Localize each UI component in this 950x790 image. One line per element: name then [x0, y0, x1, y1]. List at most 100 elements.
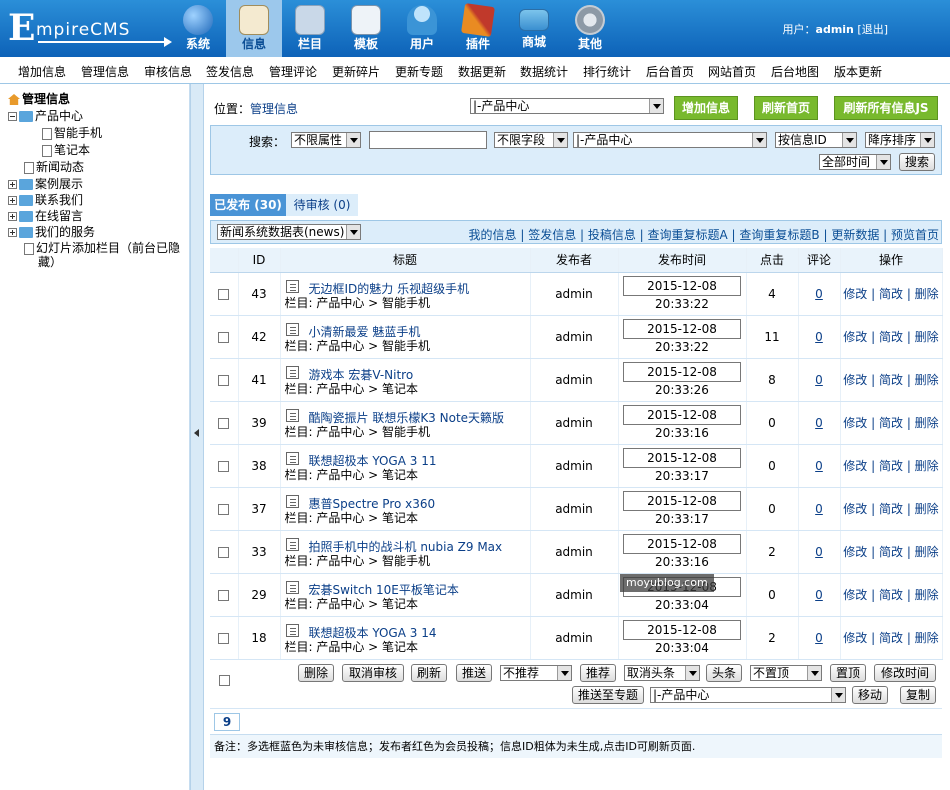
- topnav-template[interactable]: 模板: [338, 0, 394, 57]
- menu-site-home[interactable]: 网站首页: [708, 63, 756, 80]
- row-title[interactable]: 惠普Spectre Pro x360: [285, 497, 530, 511]
- delete-link[interactable]: 删除: [915, 588, 939, 602]
- refresh-all-js-button[interactable]: 刷新所有信息JS: [834, 96, 938, 120]
- topnav-system[interactable]: 系统: [170, 0, 226, 57]
- move-category-select[interactable]: |-产品中心: [650, 687, 846, 703]
- tree-item-cases[interactable]: 案例展示: [8, 177, 83, 192]
- list-links[interactable]: 我的信息 | 签发信息 | 投稿信息 | 查询重复标题A | 查询重复标题B |…: [469, 226, 939, 243]
- doc-edit-icon[interactable]: [285, 279, 299, 293]
- row-id[interactable]: 43: [238, 272, 281, 316]
- refresh-home-button[interactable]: 刷新首页: [754, 96, 818, 120]
- row-title[interactable]: 宏碁Switch 10E平板笔记本: [285, 583, 530, 597]
- row-comments-link[interactable]: 0: [815, 416, 823, 430]
- row-time-field[interactable]: 2015-12-08 20:33:22: [623, 319, 741, 354]
- simple-edit-link[interactable]: 简改: [879, 373, 903, 387]
- topnav-info[interactable]: 信息: [226, 0, 282, 57]
- recommend-select[interactable]: 不推荐: [500, 665, 572, 681]
- doc-edit-icon[interactable]: [285, 494, 299, 508]
- recommend-button[interactable]: 推荐: [580, 664, 616, 682]
- row-title[interactable]: 拍照手机中的战斗机 nubia Z9 Max: [285, 540, 530, 554]
- row-time-field[interactable]: 2015-12-08 20:33:16: [623, 405, 741, 440]
- order-by-select[interactable]: 按信息ID: [775, 132, 857, 148]
- row-title[interactable]: 无边框ID的魅力 乐视超级手机: [285, 282, 530, 296]
- order-select[interactable]: 降序排序: [865, 132, 935, 148]
- simple-edit-link[interactable]: 简改: [879, 631, 903, 645]
- menu-update-fragment[interactable]: 更新碎片: [332, 63, 380, 80]
- edit-link[interactable]: 修改: [843, 631, 867, 645]
- topnav-shop[interactable]: 商城: [506, 0, 562, 57]
- menu-version-update[interactable]: 版本更新: [834, 63, 882, 80]
- headline-button[interactable]: 头条: [706, 664, 742, 682]
- tree-item-message[interactable]: 在线留言: [8, 209, 83, 224]
- move-button[interactable]: 移动: [852, 686, 888, 704]
- page-number[interactable]: 9: [214, 713, 240, 731]
- row-checkbox[interactable]: [218, 417, 230, 429]
- row-checkbox[interactable]: [218, 503, 230, 515]
- tree-item-contact[interactable]: 联系我们: [8, 193, 83, 208]
- row-comments-link[interactable]: 0: [815, 502, 823, 516]
- row-title[interactable]: 游戏本 宏碁V-Nitro: [285, 368, 530, 382]
- collapse-icon[interactable]: [8, 112, 17, 121]
- row-title[interactable]: 联想超极本 YOGA 3 11: [285, 454, 530, 468]
- batch-push-button[interactable]: 推送: [456, 664, 492, 682]
- edit-link[interactable]: 修改: [843, 287, 867, 301]
- edit-link[interactable]: 修改: [843, 545, 867, 559]
- breadcrumb-link[interactable]: 管理信息: [250, 102, 298, 116]
- doc-edit-icon[interactable]: [285, 623, 299, 637]
- simple-edit-link[interactable]: 简改: [879, 459, 903, 473]
- topnav-plugin[interactable]: 插件: [450, 0, 506, 57]
- row-checkbox[interactable]: [218, 460, 230, 472]
- row-title[interactable]: 酷陶瓷振片 联想乐檬K3 Note天籁版: [285, 411, 530, 425]
- row-checkbox[interactable]: [218, 374, 230, 386]
- push-topic-button[interactable]: 推送至专题: [572, 686, 644, 704]
- doc-edit-icon[interactable]: [285, 322, 299, 336]
- search-button[interactable]: 搜索: [899, 153, 935, 171]
- tree-item-service[interactable]: 我们的服务: [8, 225, 95, 240]
- menu-manage-info[interactable]: 管理信息: [81, 63, 129, 80]
- tree-item-phone[interactable]: 智能手机: [42, 126, 102, 141]
- top-select[interactable]: 不置顶: [750, 665, 822, 681]
- category-select[interactable]: |-产品中心: [470, 98, 664, 114]
- expand-icon[interactable]: [8, 196, 17, 205]
- delete-link[interactable]: 删除: [915, 373, 939, 387]
- tab-pending[interactable]: 待审核 (0): [286, 194, 358, 216]
- table-select[interactable]: 新闻系统数据表(news): [217, 224, 361, 240]
- row-id[interactable]: 38: [238, 444, 281, 488]
- row-comments-link[interactable]: 0: [815, 588, 823, 602]
- expand-icon[interactable]: [8, 212, 17, 221]
- topnav-column[interactable]: 栏目: [282, 0, 338, 57]
- row-time-field[interactable]: 2015-12-08 20:33:26: [623, 362, 741, 397]
- simple-edit-link[interactable]: 简改: [879, 287, 903, 301]
- row-time-field[interactable]: 2015-12-08 20:33:22: [623, 276, 741, 311]
- select-all-checkbox[interactable]: [219, 675, 230, 686]
- headline-select[interactable]: 取消头条: [624, 665, 700, 681]
- expand-icon[interactable]: [8, 228, 17, 237]
- row-time-field[interactable]: 2015-12-08 20:33:17: [623, 491, 741, 526]
- row-checkbox[interactable]: [218, 288, 230, 300]
- row-time-field[interactable]: 2015-12-08 20:33:04: [623, 620, 741, 655]
- doc-edit-icon[interactable]: [285, 451, 299, 465]
- doc-edit-icon[interactable]: [285, 408, 299, 422]
- menu-audit-info[interactable]: 审核信息: [144, 63, 192, 80]
- tree-item-product[interactable]: 产品中心: [8, 109, 83, 124]
- edit-link[interactable]: 修改: [843, 588, 867, 602]
- time-select[interactable]: 全部时间: [819, 154, 891, 170]
- row-id[interactable]: 18: [238, 616, 281, 660]
- modify-time-button[interactable]: 修改时间: [874, 664, 936, 682]
- topnav-user[interactable]: 用户: [394, 0, 450, 57]
- simple-edit-link[interactable]: 简改: [879, 545, 903, 559]
- menu-rank-stats[interactable]: 排行统计: [583, 63, 631, 80]
- row-comments-link[interactable]: 0: [815, 459, 823, 473]
- simple-edit-link[interactable]: 简改: [879, 588, 903, 602]
- menu-update-topic[interactable]: 更新专题: [395, 63, 443, 80]
- simple-edit-link[interactable]: 简改: [879, 416, 903, 430]
- simple-edit-link[interactable]: 简改: [879, 502, 903, 516]
- delete-link[interactable]: 删除: [915, 631, 939, 645]
- row-comments-link[interactable]: 0: [815, 373, 823, 387]
- batch-delete-button[interactable]: 删除: [298, 664, 334, 682]
- menu-admin-home[interactable]: 后台首页: [646, 63, 694, 80]
- edit-link[interactable]: 修改: [843, 373, 867, 387]
- edit-link[interactable]: 修改: [843, 502, 867, 516]
- empirecms-logo[interactable]: E mpireCMS: [8, 8, 172, 50]
- tab-published[interactable]: 已发布 (30): [210, 194, 286, 216]
